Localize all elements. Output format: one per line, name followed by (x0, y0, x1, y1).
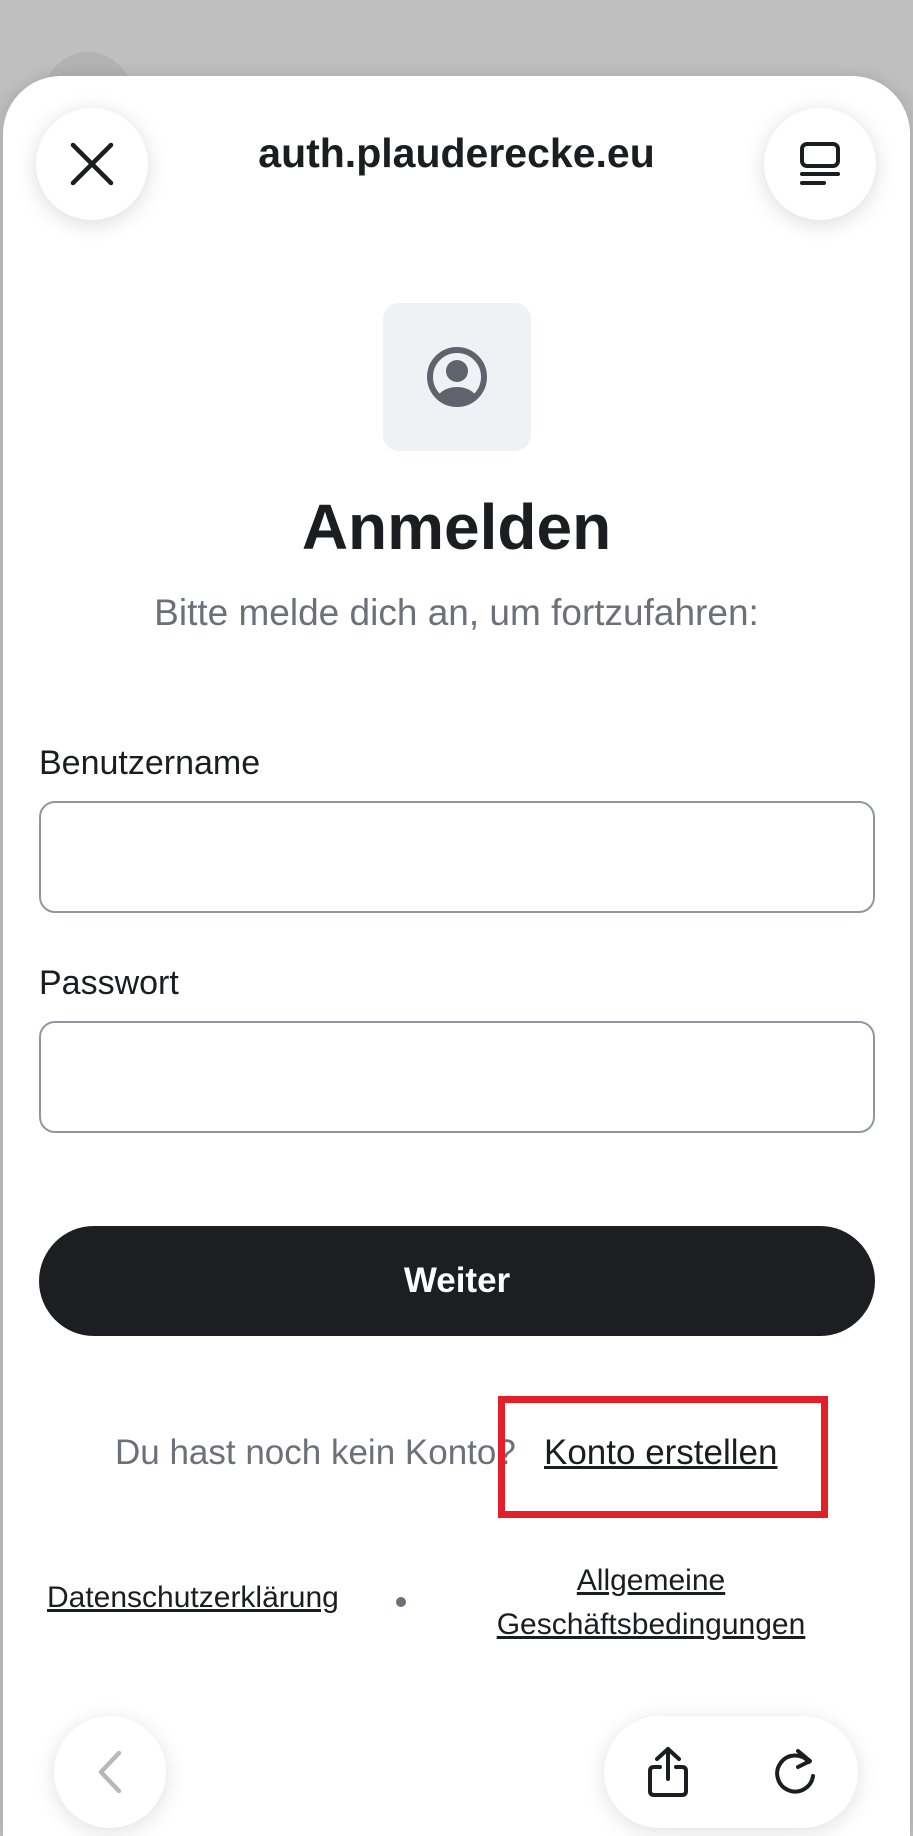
share-icon (647, 1747, 688, 1797)
user-avatar-icon (427, 347, 487, 407)
close-icon (70, 142, 114, 186)
password-label: Passwort (39, 964, 179, 1002)
reload-icon (774, 1749, 815, 1794)
continue-button[interactable]: Weiter (39, 1226, 875, 1336)
site-logo (383, 303, 531, 451)
password-input[interactable] (39, 1021, 875, 1133)
back-button[interactable] (54, 1716, 166, 1828)
page-subtitle: Bitte melde dich an, um fortzufahren: (154, 592, 759, 633)
privacy-policy-link[interactable]: Datenschutzerklärung (47, 1581, 339, 1615)
no-account-text: Du hast noch kein Konto? (115, 1433, 516, 1472)
chevron-left-icon (98, 1750, 122, 1794)
reader-mode-button[interactable] (764, 108, 876, 220)
toolbar-actions (604, 1716, 858, 1828)
reader-mode-icon (800, 142, 840, 185)
highlight-box (498, 1396, 828, 1518)
terms-link[interactable]: Allgemeine Geschäftsbedingungen (470, 1559, 832, 1647)
separator-dot (396, 1597, 406, 1607)
close-button[interactable] (36, 108, 148, 220)
url-display[interactable]: auth.plauderecke.eu (180, 130, 733, 177)
page-title: Anmelden (301, 491, 612, 563)
username-label: Benutzername (39, 744, 261, 782)
share-button[interactable] (628, 1732, 708, 1812)
reload-button[interactable] (755, 1732, 835, 1812)
username-input[interactable] (39, 801, 875, 913)
